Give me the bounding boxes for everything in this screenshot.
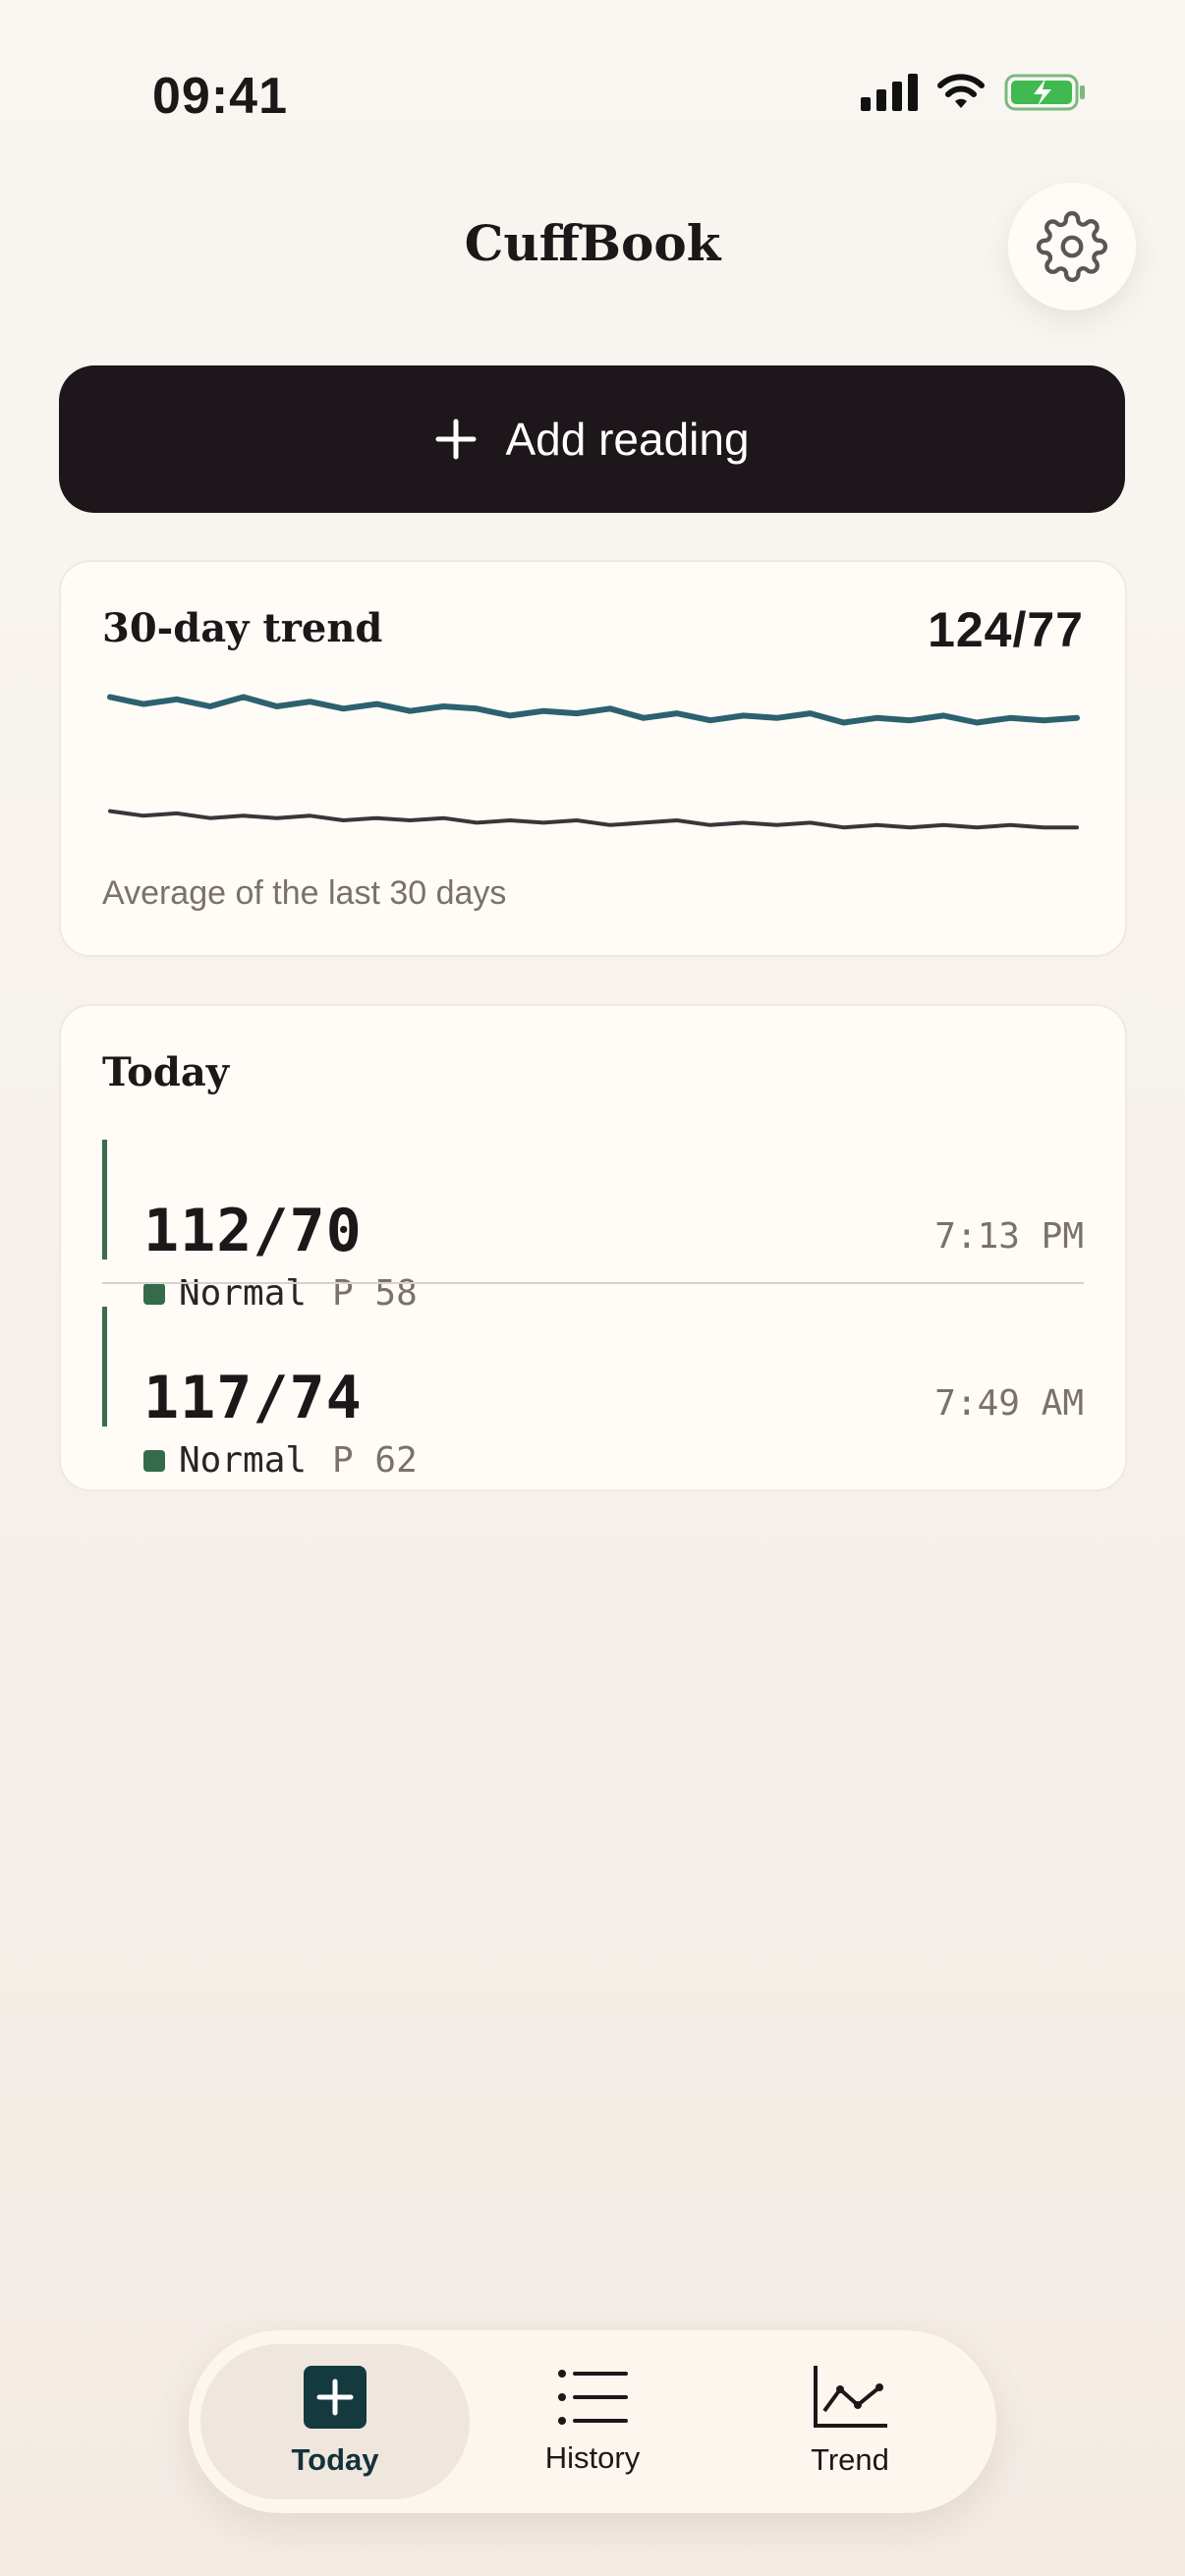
trend-chart: [107, 694, 1080, 830]
reading-divider: [102, 1282, 1084, 1284]
status-time: 09:41: [152, 68, 288, 125]
reading-status-bar: [102, 1307, 107, 1427]
trend-average: 124/77: [928, 602, 1084, 657]
add-reading-button[interactable]: Add reading: [59, 365, 1125, 513]
trend-title: 30-day trend: [102, 605, 383, 651]
reading-value: 112/70: [143, 1197, 363, 1265]
reading-status: Normal P 62: [143, 1440, 418, 1481]
reading-status-label: Normal: [179, 1440, 308, 1481]
trend-subtitle: Average of the last 30 days: [102, 874, 507, 912]
list-icon: [558, 2370, 628, 2425]
chart-line-icon: [814, 2366, 887, 2428]
status-dot-icon: [143, 1449, 165, 1472]
reading-pulse: P 62: [332, 1440, 418, 1481]
reading-row[interactable]: 117/74 7:49 AM Normal P 62: [102, 1307, 1084, 1481]
tab-history-label: History: [544, 2440, 641, 2475]
systolic-series-line: [107, 694, 1080, 726]
tab-today[interactable]: Today: [200, 2344, 470, 2499]
reading-value: 117/74: [143, 1364, 363, 1432]
trend-card[interactable]: 30-day trend 124/77 Average of the last …: [59, 560, 1127, 957]
status-dot-icon: [143, 1282, 165, 1305]
tab-trend-label: Trend: [811, 2442, 889, 2477]
reading-time: 7:13 PM: [934, 1216, 1084, 1257]
tab-bar: Today History Trend: [189, 2330, 996, 2513]
today-card: Today 112/70 7:13 PM Normal P 58 117/74 …: [59, 1004, 1127, 1491]
tab-history[interactable]: History: [458, 2344, 727, 2499]
diastolic-series-line: [108, 809, 1079, 830]
tab-today-label: Today: [291, 2442, 379, 2477]
cellular-signal-icon: [861, 74, 918, 111]
status-icons: [861, 73, 1087, 112]
reading-status-bar: [102, 1140, 107, 1260]
reading-time: 7:49 AM: [934, 1383, 1084, 1424]
today-title: Today: [102, 1049, 229, 1095]
gear-icon: [1036, 210, 1108, 283]
plus-square-icon: [304, 2366, 367, 2429]
wifi-icon: [937, 74, 985, 108]
battery-charging-icon: [1004, 74, 1085, 111]
settings-button[interactable]: [1008, 183, 1136, 310]
plus-icon: [435, 419, 477, 460]
add-reading-label: Add reading: [505, 414, 750, 465]
tab-trend[interactable]: Trend: [715, 2344, 985, 2499]
